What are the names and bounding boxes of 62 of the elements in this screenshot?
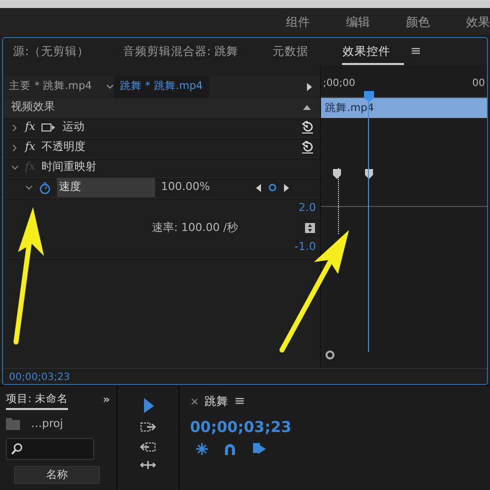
- panel-menu-icon[interactable]: ≡: [234, 392, 246, 412]
- fx-toggle[interactable]: fx: [25, 119, 36, 136]
- sequence-tab[interactable]: 跳舞: [204, 393, 229, 410]
- clip-tab[interactable]: 主要 * 跳舞.mp4: [3, 76, 98, 98]
- previous-keyframe-icon[interactable]: [255, 184, 262, 192]
- time-ruler-label: 00: [472, 77, 485, 91]
- timecode[interactable]: 00;00;03;23: [190, 416, 480, 438]
- panel-tab[interactable]: 音频剪辑混合器: 跳舞: [122, 38, 252, 66]
- timecode: 00;00;03;23: [9, 372, 70, 383]
- keyframe-marker-icon[interactable]: [333, 169, 341, 179]
- effect-name: 时间重映射: [41, 159, 96, 176]
- selection-tool-icon[interactable]: [142, 398, 154, 413]
- playhead-handle-icon[interactable]: [364, 91, 374, 102]
- reset-icon[interactable]: [301, 121, 314, 134]
- close-tab-icon[interactable]: ×: [190, 394, 200, 410]
- dropdown-caret-icon[interactable]: [106, 83, 114, 91]
- zoom-handle-icon[interactable]: [325, 350, 335, 360]
- linked-selection-icon[interactable]: [252, 442, 266, 455]
- collapse-chevron-icon[interactable]: [25, 184, 33, 192]
- stopwatch-icon[interactable]: [39, 182, 51, 194]
- transform-box-icon[interactable]: [41, 122, 56, 133]
- keyframe-marker-icon[interactable]: [365, 169, 373, 179]
- folder-icon: [6, 418, 20, 430]
- effect-name: 运动: [62, 119, 84, 136]
- track-select-forward-icon[interactable]: [140, 421, 156, 433]
- clip-bar[interactable]: 跳舞.mp4: [321, 98, 487, 118]
- next-keyframe-icon[interactable]: [283, 184, 290, 192]
- column-header[interactable]: 名称: [14, 466, 100, 484]
- fx-toggle[interactable]: fx: [25, 139, 36, 156]
- more-panels-icon[interactable]: »: [102, 392, 110, 410]
- play-triangle-icon[interactable]: [306, 82, 314, 92]
- scroll-up-icon[interactable]: [302, 104, 312, 111]
- workspace-tab[interactable]: 组件: [286, 12, 310, 30]
- search-icon: [11, 442, 23, 455]
- nest-sequence-icon[interactable]: [196, 442, 208, 454]
- track-select-backward-icon[interactable]: [140, 441, 156, 453]
- expand-chevron-icon[interactable]: [11, 144, 19, 152]
- graph-max-value: 2.0: [298, 200, 316, 216]
- graph-scale-icon[interactable]: [305, 223, 315, 233]
- project-file-name: …proj: [31, 416, 64, 432]
- collapse-chevron-icon[interactable]: [11, 164, 19, 172]
- ripple-edit-tool-icon[interactable]: [140, 461, 156, 469]
- rate-readout: 速率: 100.00 /秒: [152, 220, 238, 236]
- workspace-tab[interactable]: 编辑: [346, 12, 370, 30]
- panel-menu-icon[interactable]: ≡: [410, 42, 422, 62]
- panel-tab[interactable]: 项目: 未命名: [6, 392, 68, 410]
- time-ruler-label: ;00;00: [323, 77, 356, 91]
- property-value[interactable]: 100.00%: [161, 179, 210, 196]
- effect-name: 不透明度: [41, 139, 86, 156]
- property-name: 速度: [57, 178, 155, 197]
- workspace-tab[interactable]: 颜色: [406, 12, 430, 30]
- add-keyframe-icon[interactable]: [268, 183, 277, 192]
- expand-chevron-icon[interactable]: [11, 124, 19, 132]
- search-field[interactable]: [6, 438, 94, 460]
- workspace-tab[interactable]: 效果: [466, 12, 490, 30]
- clip-tab[interactable]: 跳舞 * 跳舞.mp4: [114, 76, 209, 98]
- reset-icon[interactable]: [301, 141, 314, 154]
- panel-tab[interactable]: 源:（无剪辑）: [13, 38, 103, 66]
- snap-magnet-icon[interactable]: [224, 442, 236, 454]
- graph-min-value: -1.0: [294, 239, 316, 256]
- panel-tab[interactable]: 元数据: [272, 38, 322, 66]
- section-heading: 视频效果: [11, 99, 55, 116]
